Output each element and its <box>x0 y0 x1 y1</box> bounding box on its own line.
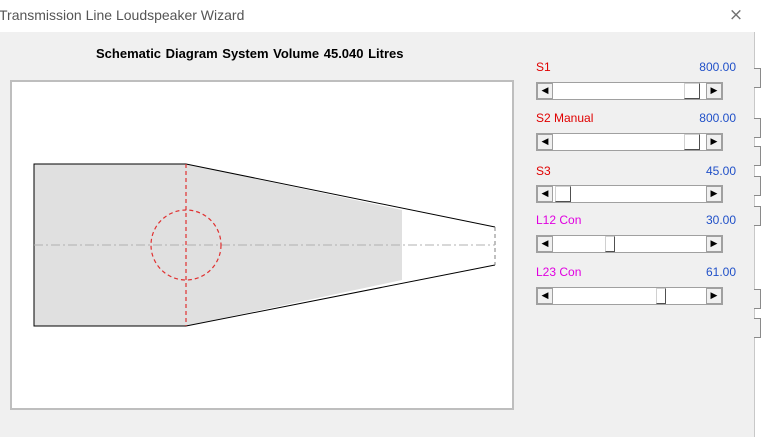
slider-label-l23: L23 Con <box>536 265 582 279</box>
background-control-stub <box>754 146 761 166</box>
schematic-svg <box>33 163 496 327</box>
background-control-stub <box>754 68 761 88</box>
scroll-left-arrow-icon[interactable]: ◀ <box>537 288 553 304</box>
background-control-stub <box>754 176 761 196</box>
background-window-edge <box>754 32 765 437</box>
slider-label-s3: S3 <box>536 164 551 178</box>
scroll-right-arrow-icon[interactable]: ▶ <box>706 186 722 202</box>
scroll-left-arrow-icon[interactable]: ◀ <box>537 83 553 99</box>
title-bar: Transmission Line Loudspeaker Wizard × <box>0 0 765 32</box>
slider-label-l12: L12 Con <box>536 213 582 227</box>
scroll-right-arrow-icon[interactable]: ▶ <box>706 288 722 304</box>
scroll-thumb[interactable] <box>555 186 571 202</box>
scrollbar-l12[interactable]: ◀ ▶ <box>536 235 723 253</box>
scroll-thumb[interactable] <box>684 83 700 99</box>
scroll-right-arrow-icon[interactable]: ▶ <box>706 236 722 252</box>
window-title: Transmission Line Loudspeaker Wizard <box>0 7 245 23</box>
slider-value-s3: 45.00 <box>705 164 736 178</box>
slider-value-s1: 800.00 <box>699 60 736 74</box>
background-control-stub <box>754 289 761 309</box>
slider-label-s1: S1 <box>536 60 551 74</box>
scroll-right-arrow-icon[interactable]: ▶ <box>706 83 722 99</box>
scrollbar-s1[interactable]: ◀ ▶ <box>536 82 723 100</box>
schematic-diagram <box>10 80 514 410</box>
slider-value-l12: 30.00 <box>705 213 736 227</box>
diagram-heading: Schematic Diagram System Volume 45.040 L… <box>96 46 404 61</box>
scrollbar-l23[interactable]: ◀ ▶ <box>536 287 723 305</box>
slider-value-s2: 800.00 <box>699 111 736 125</box>
close-icon[interactable]: × <box>724 4 748 26</box>
scroll-left-arrow-icon[interactable]: ◀ <box>537 186 553 202</box>
background-control-stub <box>754 318 761 338</box>
background-control-stub <box>754 118 761 138</box>
scroll-thumb[interactable] <box>605 236 615 252</box>
scrollbar-s2[interactable]: ◀ ▶ <box>536 133 723 151</box>
scrollbar-s3[interactable]: ◀ ▶ <box>536 185 723 203</box>
scroll-left-arrow-icon[interactable]: ◀ <box>537 134 553 150</box>
background-control-stub <box>754 206 761 226</box>
slider-label-s2: S2 Manual <box>536 111 594 125</box>
scroll-thumb[interactable] <box>684 134 700 150</box>
slider-value-l23: 61.00 <box>705 265 736 279</box>
scroll-left-arrow-icon[interactable]: ◀ <box>537 236 553 252</box>
scroll-thumb[interactable] <box>656 288 666 304</box>
scroll-right-arrow-icon[interactable]: ▶ <box>706 134 722 150</box>
